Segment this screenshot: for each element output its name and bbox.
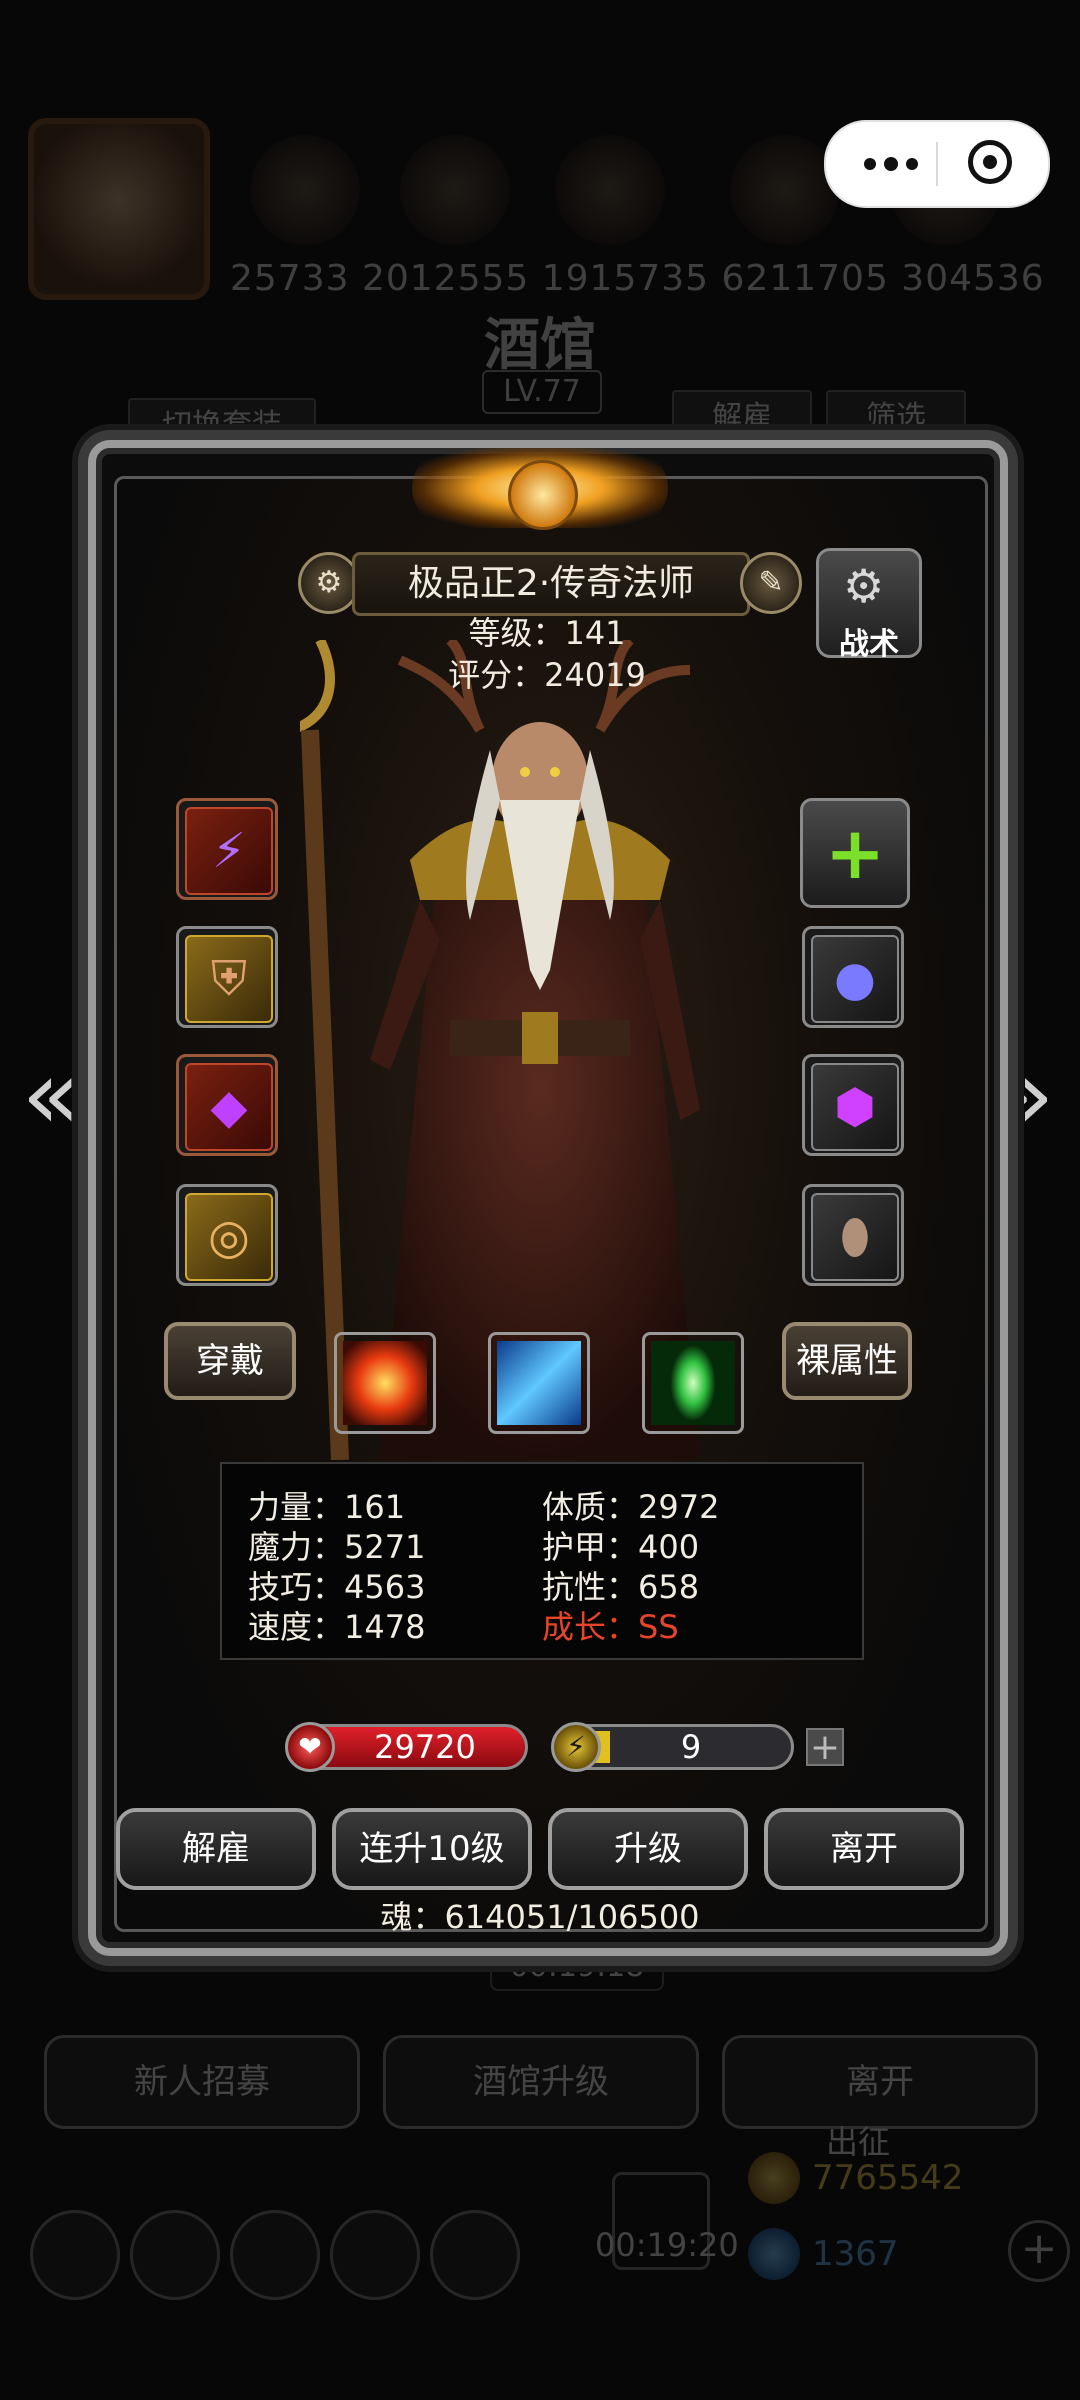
bare-attributes-label: 裸属性 (796, 1341, 898, 1381)
shell-icon: ⬮ (811, 1193, 899, 1281)
background-tavern-level: LV.77 (482, 370, 602, 414)
upgrade-label: 升级 (614, 1829, 682, 1869)
hero-name: 极品正2·传奇法师 (407, 563, 695, 604)
equip-slot-amulet[interactable]: ◆ (176, 1054, 278, 1156)
bare-attributes-button[interactable]: 裸属性 (782, 1322, 912, 1400)
wear-label: 穿戴 (196, 1341, 264, 1381)
gold-coin-icon (748, 2152, 800, 2204)
lightning-icon: ⚡ (551, 1722, 601, 1772)
background-bottom-timer: 00:19:20 (595, 2226, 739, 2264)
skill-fire-burst[interactable] (334, 1332, 436, 1434)
ring-icon: ◎ (185, 1193, 273, 1281)
add-equipment-button[interactable]: + (800, 798, 910, 908)
equip-slot-weapon[interactable]: ⚡ (176, 798, 278, 900)
green-light-icon (651, 1341, 735, 1425)
dismiss-button[interactable]: 解雇 (116, 1808, 316, 1890)
skill-green-light[interactable] (642, 1332, 744, 1434)
ice-shards-icon (497, 1341, 581, 1425)
background-slot (730, 135, 840, 245)
wear-button[interactable]: 穿戴 (164, 1322, 296, 1400)
plus-icon: + (824, 811, 886, 895)
background-plus-icon: + (1008, 2220, 1070, 2282)
medal-icon: ⚙ (315, 565, 343, 600)
tactic-button[interactable]: ⚙ 战术 (816, 548, 922, 662)
equip-slot-gem[interactable]: ⬢ (802, 1054, 904, 1156)
energy-value: 9 (680, 1728, 702, 1766)
capsule-separator (936, 142, 938, 186)
dismiss-label: 解雇 (182, 1829, 250, 1869)
armor-icon: ⛨ (185, 935, 273, 1023)
hero-name-bar: 极品正2·传奇法师 (352, 552, 750, 616)
previous-hero-arrow-icon[interactable]: « (16, 1040, 86, 1150)
level-up-10-label: 连升10级 (359, 1829, 505, 1869)
leave-button[interactable]: 离开 (764, 1808, 964, 1890)
background-hero-portrait (28, 118, 210, 300)
hero-score: 评分：24019 (448, 656, 646, 694)
background-upgrade-tavern-button: 酒馆升级 (383, 2035, 699, 2129)
background-slot (250, 135, 360, 245)
stat-speed: 速度：1478 (248, 1608, 426, 1646)
equip-slot-ring[interactable]: ◎ (176, 1184, 278, 1286)
rename-button[interactable]: ✎ (740, 552, 802, 614)
background-leave-button: 离开 (722, 2035, 1038, 2129)
tactic-label: 战术 (839, 627, 899, 662)
leave-label: 离开 (830, 1829, 898, 1869)
background-slot (555, 135, 665, 245)
soul-counter: 魂：614051/106500 (380, 1898, 700, 1936)
background-dismiss-button: 解雇 (672, 390, 812, 446)
hp-bar: ❤ 29720 (285, 1722, 528, 1772)
bottom-menu-icon (130, 2210, 220, 2300)
gem-icon (748, 2228, 800, 2280)
equip-slot-orb[interactable]: ● (802, 926, 904, 1028)
background-tavern-title: 酒馆 (484, 313, 596, 378)
stats-box: 力量：161 魔力：5271 技巧：4563 速度：1478 体质：2972 护… (220, 1462, 864, 1660)
upgrade-button[interactable]: 升级 (548, 1808, 748, 1890)
equip-slot-shell[interactable]: ⬮ (802, 1184, 904, 1286)
level-up-10-button[interactable]: 连升10级 (332, 1808, 532, 1890)
background-expedition-label: 出征 (826, 2123, 891, 2161)
bottom-menu-icon (430, 2210, 520, 2300)
background-gold-amount: 7765542 (812, 2158, 964, 2198)
bottom-menu-icon (230, 2210, 320, 2300)
add-energy-button[interactable]: + (806, 1728, 844, 1766)
background-score-numbers: 25733 2012555 1915735 6211705 304536 (230, 258, 1045, 299)
equip-slot-armor[interactable]: ⛨ (176, 926, 278, 1028)
skill-ice-shards[interactable] (488, 1332, 590, 1434)
edit-pencil-icon: ✎ (758, 565, 784, 600)
background-slot (400, 135, 510, 245)
amulet-icon: ◆ (185, 1063, 273, 1151)
background-gem-amount: 1367 (812, 2234, 899, 2274)
emblem-icon (508, 460, 578, 530)
heart-icon: ❤ (285, 1722, 335, 1772)
bottom-menu-icon (30, 2210, 120, 2300)
gear-icon: ⚙ (843, 559, 885, 613)
purple-gem-icon: ⬢ (811, 1063, 899, 1151)
energy-bar: ⚡ 9 (551, 1722, 794, 1772)
bottom-menu-icon (330, 2210, 420, 2300)
hero-badge-button[interactable]: ⚙ (298, 552, 360, 614)
orb-icon: ● (811, 935, 899, 1023)
staff-icon: ⚡ (185, 807, 273, 895)
hero-level: 等级：141 (468, 614, 626, 652)
mini-program-capsule (824, 120, 1050, 208)
stat-growth: 成长：SS (542, 1608, 679, 1646)
fire-burst-icon (343, 1341, 427, 1425)
background-recruit-button: 新人招募 (44, 2035, 360, 2129)
target-circle-icon[interactable] (968, 140, 1012, 184)
background-filter-button: 筛选 (826, 390, 966, 446)
hp-value: 29720 (374, 1728, 476, 1766)
more-dots-icon[interactable] (864, 148, 930, 180)
